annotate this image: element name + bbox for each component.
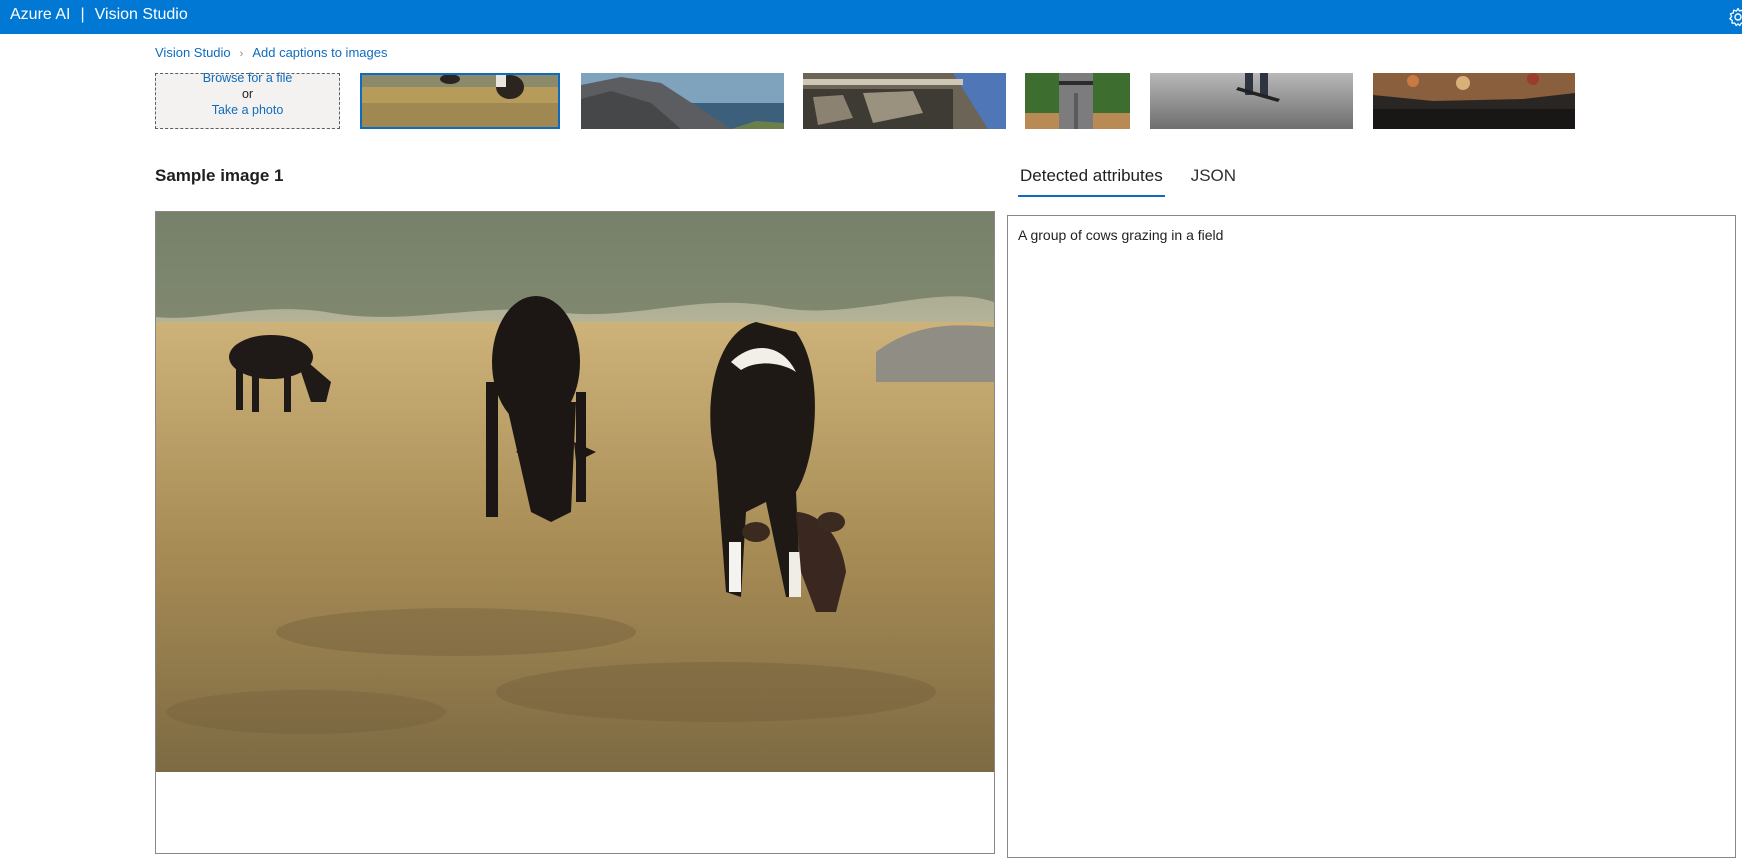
tab-json[interactable]: JSON [1189, 163, 1238, 197]
thumbnail-coast[interactable] [581, 73, 784, 129]
upload-dropzone[interactable]: Browse for a file or Take a photo [155, 70, 340, 129]
product-name: Vision Studio [94, 6, 188, 23]
browse-file-link[interactable]: Browse for a file [156, 70, 339, 86]
detected-attributes-panel: A group of cows grazing in a field [1007, 215, 1736, 858]
image-preview-panel [155, 211, 995, 854]
gear-icon[interactable] [1728, 7, 1742, 27]
breadcrumb-vision-studio[interactable]: Vision Studio [155, 45, 231, 60]
tab-detected-attributes[interactable]: Detected attributes [1018, 163, 1165, 197]
app-brand[interactable]: Azure AI | Vision Studio [10, 5, 188, 25]
thumbnail-food[interactable] [1373, 73, 1575, 129]
thumbnail-baseball[interactable] [1025, 73, 1130, 129]
upload-or-label: or [241, 87, 254, 101]
brand-separator: | [80, 6, 85, 23]
thumbnail-building[interactable] [803, 73, 1006, 129]
sample-image-title: Sample image 1 [155, 166, 284, 185]
breadcrumb-add-captions[interactable]: Add captions to images [252, 45, 387, 60]
top-bar: Azure AI | Vision Studio [0, 0, 1742, 34]
breadcrumb: Vision Studio › Add captions to images [155, 44, 387, 63]
brand-name: Azure AI [10, 6, 71, 23]
caption-text: A group of cows grazing in a field [1018, 227, 1224, 243]
sample-image [156, 212, 994, 772]
thumbnail-cows[interactable] [360, 73, 560, 129]
chevron-right-icon: › [239, 48, 244, 60]
result-tabs: Detected attributes JSON [1018, 163, 1262, 197]
take-photo-link[interactable]: Take a photo [156, 102, 339, 118]
sample-image-strip: Browse for a file or Take a photo [155, 70, 1575, 129]
thumbnail-skateboard[interactable] [1150, 73, 1353, 129]
